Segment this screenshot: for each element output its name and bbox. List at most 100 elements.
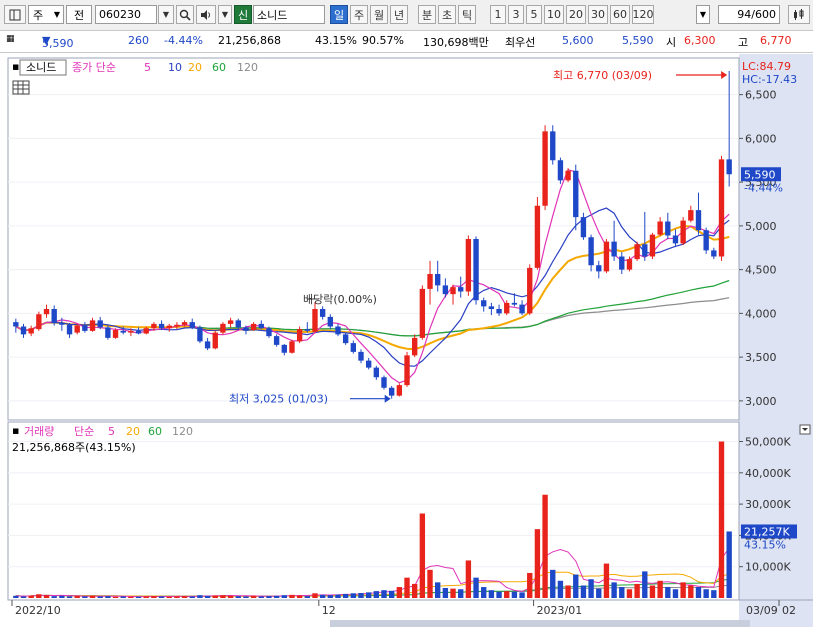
quote-bid: 5,590 <box>622 34 654 47</box>
period-tab-second[interactable]: 초 <box>438 5 456 24</box>
candle-body <box>166 325 172 329</box>
volume-bar <box>580 585 587 598</box>
volume-bar <box>458 589 464 598</box>
candle-body <box>458 287 464 292</box>
interval-button-5[interactable]: 5 <box>526 5 542 24</box>
interval-button-3[interactable]: 3 <box>508 5 524 24</box>
type-select[interactable]: 전 <box>66 5 92 24</box>
chevron-down-icon: ▼ <box>162 10 170 19</box>
low-annotation: 최저 3,025 (01/03) <box>229 393 328 406</box>
y-tick-label: 3,500 <box>745 351 777 364</box>
stock-code-value: 060230 <box>99 8 141 21</box>
x-axis: 2022/10122023/01020303/09 <box>11 600 796 617</box>
candle-body <box>504 302 510 314</box>
period-tab-tick[interactable]: 틱 <box>458 5 476 24</box>
sound-button[interactable] <box>196 5 216 24</box>
candle-body <box>273 336 280 345</box>
candle-body <box>718 159 725 257</box>
ma-legend-120: 120 <box>237 61 258 74</box>
candle-body <box>365 360 372 368</box>
interval-button-1[interactable]: 1 <box>490 5 506 24</box>
candle-body <box>250 323 257 330</box>
current-price-label: 5,590 <box>744 168 776 181</box>
volume-bar <box>266 596 272 598</box>
period-tab-week[interactable]: 주 <box>350 5 368 24</box>
candle-body <box>680 220 686 244</box>
volume-bar <box>189 596 195 598</box>
quote-amount: 130,698백만 <box>423 36 489 49</box>
interval-button-60[interactable]: 60 <box>610 5 630 24</box>
x-current-date: 03/09 <box>746 604 778 617</box>
volume-panel-close-icon[interactable] <box>799 424 811 435</box>
candle-body <box>511 302 518 305</box>
volume-bar <box>36 594 42 598</box>
stock-name-field[interactable]: 소니드 <box>253 5 325 24</box>
interval-button-120[interactable]: 120 <box>632 5 654 24</box>
volume-legend-20: 20 <box>126 425 140 438</box>
period-tab-minute[interactable]: 분 <box>418 5 436 24</box>
volume-bar <box>166 596 172 598</box>
candle-body <box>412 337 418 356</box>
candle-body <box>197 327 203 342</box>
interval-dropdown[interactable]: ▼ <box>696 5 710 24</box>
quote-change: 260 <box>128 34 149 47</box>
volume-legend-60: 60 <box>148 425 162 438</box>
candle-body <box>611 241 617 257</box>
volume-bar <box>519 592 525 598</box>
search-button[interactable] <box>176 5 194 24</box>
volume-bar <box>711 590 717 598</box>
volume-bar <box>672 589 679 598</box>
candle-body <box>665 221 671 236</box>
stock-chart[interactable]: 3,0003,5004,0004,5005,0005,5006,0006,500… <box>0 54 813 627</box>
volume-info: 21,256,868주(43.15%) <box>12 441 136 454</box>
interval-button-20[interactable]: 20 <box>566 5 586 24</box>
candle-body <box>189 322 195 328</box>
volume-bar <box>488 590 495 598</box>
volume-legend-120: 120 <box>172 425 193 438</box>
volume-y-tick-label: 10,000K <box>745 561 791 574</box>
interval-button-10[interactable]: 10 <box>544 5 564 24</box>
period-tab-year[interactable]: 년 <box>390 5 408 24</box>
quote-expand-icon[interactable]: ▦ <box>6 34 15 44</box>
quote-high: 6,770 <box>760 34 792 47</box>
quote-ask: 5,600 <box>562 34 594 47</box>
volume-panel-toggle-icon[interactable]: ▪ <box>12 424 19 437</box>
candle-body <box>603 241 610 272</box>
layout-icon[interactable] <box>4 5 26 24</box>
volume-bar <box>373 591 380 598</box>
volume-bar <box>212 595 218 598</box>
high-annotation: 최고 6,770 (03/09) <box>553 69 652 82</box>
count-input[interactable]: 94/600 <box>718 5 780 24</box>
settings-button[interactable] <box>788 5 810 24</box>
candle-body <box>381 377 387 388</box>
interval-button-30[interactable]: 30 <box>588 5 608 24</box>
stock-label: 소니드 <box>26 61 56 74</box>
search-icon <box>179 9 191 21</box>
sound-dropdown-button[interactable]: ▼ <box>218 5 232 24</box>
candle-body <box>496 309 502 314</box>
candle-body <box>97 320 103 328</box>
horizontal-scrollbar[interactable] <box>330 620 750 627</box>
stock-code-input[interactable]: 060230 <box>95 5 157 24</box>
candle-body <box>289 341 295 353</box>
volume-bar <box>435 582 441 598</box>
volume-bar <box>527 572 533 598</box>
candle-body <box>105 327 111 338</box>
period-tab-month[interactable]: 월 <box>370 5 388 24</box>
volume-bar <box>718 441 725 598</box>
candle-body <box>634 244 640 260</box>
period-tab-day[interactable]: 일 <box>330 5 348 24</box>
period-label: 틱 <box>461 8 473 22</box>
quote-high-label: 고 <box>738 36 749 49</box>
table-icon[interactable] <box>12 80 30 95</box>
volume-bar <box>442 587 449 598</box>
code-dropdown-button[interactable]: ▼ <box>158 5 174 24</box>
market-select[interactable]: 주 ▼ <box>28 5 64 24</box>
volume-bar <box>365 592 372 598</box>
candle-body <box>143 328 149 334</box>
quote-volume: 21,256,868 <box>218 34 281 47</box>
panel-toggle-icon[interactable]: ▪ <box>12 60 19 73</box>
candle-body <box>281 344 287 353</box>
candle-body <box>258 323 264 329</box>
volume-bar <box>573 574 579 598</box>
